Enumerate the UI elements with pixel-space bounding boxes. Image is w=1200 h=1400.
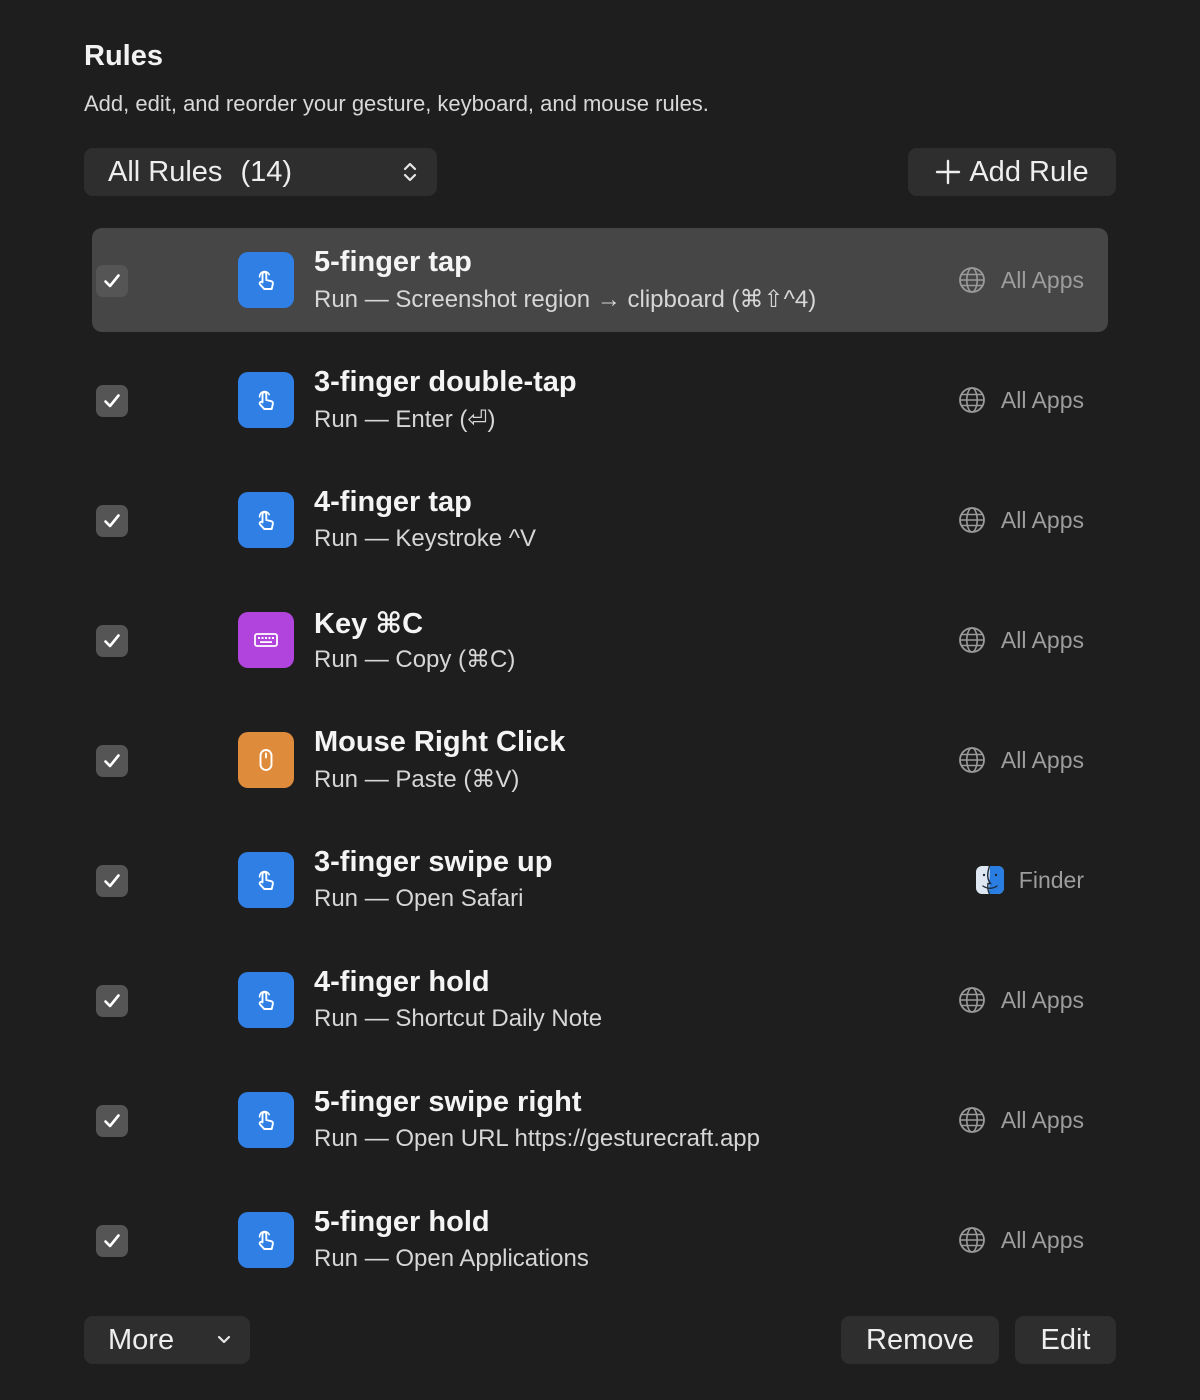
checkmark-icon: [101, 630, 123, 652]
rule-action: Run — Enter (⏎): [314, 406, 496, 433]
scope-label: All Apps: [1000, 1106, 1084, 1133]
rule-enabled-checkbox[interactable]: [96, 985, 128, 1017]
rule-enabled-checkbox[interactable]: [96, 505, 128, 537]
scope-label: All Apps: [1000, 986, 1084, 1013]
rule-enabled-checkbox[interactable]: [96, 385, 128, 417]
rule-enabled-checkbox[interactable]: [96, 265, 128, 297]
rule-enabled-checkbox[interactable]: [96, 745, 128, 777]
rule-action: Run — Shortcut Daily Note: [314, 1005, 603, 1032]
rule-scope: All Apps: [957, 624, 1084, 656]
add-rule-button[interactable]: Add Rule: [908, 148, 1116, 196]
globe-icon: [957, 985, 987, 1015]
rule-scope: Finder: [975, 864, 1084, 896]
rule-enabled-checkbox[interactable]: [96, 1105, 128, 1137]
checkmark-icon: [101, 1110, 123, 1132]
scope-label: All Apps: [1000, 1226, 1084, 1253]
page-subtitle: Add, edit, and reorder your gesture, key…: [84, 91, 709, 116]
rule-action: Run — Paste (⌘V): [314, 766, 520, 793]
rule-action: Run — Open Safari: [314, 885, 524, 912]
remove-label: Remove: [866, 1323, 974, 1356]
rule-name: 5-finger hold: [314, 1206, 490, 1238]
rule-name: 4-finger tap: [314, 486, 472, 518]
rule-action: Run — Copy (⌘C): [314, 646, 516, 673]
hand-tap-icon: [238, 852, 294, 908]
scope-label: All Apps: [1000, 386, 1084, 413]
rule-scope: All Apps: [957, 744, 1084, 776]
globe-icon: [957, 265, 987, 295]
checkmark-icon: [101, 390, 123, 412]
hand-tap-icon: [238, 1092, 294, 1148]
scope-label: All Apps: [1000, 266, 1084, 293]
rule-name: 3-finger swipe up: [314, 846, 553, 878]
globe-icon: [957, 385, 987, 415]
plus-icon: [936, 159, 961, 185]
add-rule-label: Add Rule: [969, 155, 1089, 188]
finder-icon: [975, 865, 1005, 895]
checkmark-icon: [101, 990, 123, 1012]
filter-label: All Rules: [108, 155, 223, 188]
rule-action: Run — Open Applications: [314, 1245, 589, 1272]
edit-button[interactable]: Edit: [1015, 1316, 1116, 1364]
chevron-down-icon: [217, 1335, 231, 1344]
rule-name: Key ⌘C: [314, 608, 424, 640]
rule-name: 3-finger double-tap: [314, 366, 577, 398]
rule-enabled-checkbox[interactable]: [96, 625, 128, 657]
rule-scope: All Apps: [957, 1224, 1084, 1256]
rule-row[interactable]: 3-finger swipe up Run — Open Safari Find…: [92, 828, 1108, 932]
rule-row[interactable]: 3-finger double-tap Run — Enter (⏎) All …: [92, 348, 1108, 452]
rule-scope: All Apps: [957, 384, 1084, 416]
scope-label: All Apps: [1000, 746, 1084, 773]
hand-tap-icon: [238, 252, 294, 308]
globe-icon: [957, 625, 987, 655]
remove-button[interactable]: Remove: [841, 1316, 999, 1364]
rule-row[interactable]: Key ⌘C Run — Copy (⌘C) All Apps: [92, 588, 1108, 692]
more-label: More: [108, 1323, 175, 1356]
hand-tap-icon: [238, 372, 294, 428]
scope-label: Finder: [1018, 866, 1084, 893]
rule-row[interactable]: 5-finger hold Run — Open Applications Al…: [92, 1188, 1108, 1292]
checkmark-icon: [101, 510, 123, 532]
rule-row[interactable]: Mouse Right Click Run — Paste (⌘V) All A…: [92, 708, 1108, 812]
page-title: Rules: [84, 40, 163, 72]
rule-name: 4-finger hold: [314, 966, 490, 998]
rule-action: Run — Screenshot region → clipboard (⌘⇧^…: [314, 286, 817, 313]
chevron-updown-icon: [403, 162, 417, 182]
checkmark-icon: [101, 870, 123, 892]
rule-row[interactable]: 4-finger tap Run — Keystroke ^V All Apps: [92, 468, 1108, 572]
rule-enabled-checkbox[interactable]: [96, 865, 128, 897]
rules-panel: Rules Add, edit, and reorder your gestur…: [0, 0, 1200, 1400]
rule-list: 5-finger tap Run — Screenshot region → c…: [92, 228, 1108, 1308]
rule-row[interactable]: 4-finger hold Run — Shortcut Daily Note …: [92, 948, 1108, 1052]
rule-scope: All Apps: [957, 1104, 1084, 1136]
rule-name: Mouse Right Click: [314, 726, 566, 758]
mouse-icon: [238, 732, 294, 788]
rule-row[interactable]: 5-finger swipe right Run — Open URL http…: [92, 1068, 1108, 1172]
rule-action: Run — Keystroke ^V: [314, 525, 537, 552]
rule-scope: All Apps: [957, 504, 1084, 536]
edit-label: Edit: [1040, 1323, 1091, 1356]
rule-action: Run — Open URL https://gesturecraft.app: [314, 1125, 761, 1152]
checkmark-icon: [101, 750, 123, 772]
hand-tap-icon: [238, 492, 294, 548]
rule-enabled-checkbox[interactable]: [96, 1225, 128, 1257]
checkmark-icon: [101, 1230, 123, 1252]
rule-scope: All Apps: [957, 984, 1084, 1016]
globe-icon: [957, 1105, 987, 1135]
globe-icon: [957, 505, 987, 535]
keyboard-icon: [238, 612, 294, 668]
checkmark-icon: [101, 270, 123, 292]
scope-label: All Apps: [1000, 506, 1084, 533]
rule-scope: All Apps: [957, 264, 1084, 296]
hand-tap-icon: [238, 1212, 294, 1268]
rule-row[interactable]: 5-finger tap Run — Screenshot region → c…: [92, 228, 1108, 332]
globe-icon: [957, 745, 987, 775]
globe-icon: [957, 1225, 987, 1255]
rule-name: 5-finger tap: [314, 246, 472, 278]
rule-name: 5-finger swipe right: [314, 1086, 582, 1118]
filter-count: (14): [240, 155, 293, 188]
rules-filter-select[interactable]: All Rules (14): [84, 148, 437, 196]
scope-label: All Apps: [1000, 626, 1084, 653]
more-menu-button[interactable]: More: [84, 1316, 250, 1364]
hand-tap-icon: [238, 972, 294, 1028]
